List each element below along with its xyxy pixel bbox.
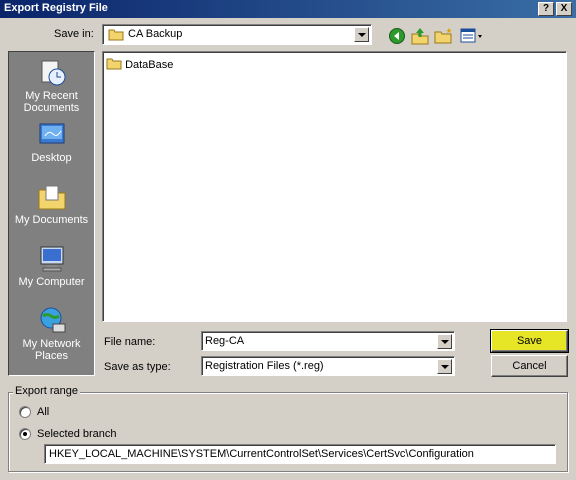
view-menu-icon[interactable] — [460, 27, 484, 45]
save-in-label: Save in: — [54, 28, 94, 40]
help-button[interactable]: ? — [538, 2, 554, 16]
new-folder-icon[interactable] — [434, 27, 454, 45]
place-label: My Documents — [14, 214, 89, 226]
my-computer-icon — [37, 244, 67, 274]
network-places-icon — [37, 306, 67, 336]
close-button[interactable]: X — [556, 2, 572, 16]
place-desktop[interactable]: Desktop — [9, 118, 94, 176]
save-in-dropdown[interactable]: CA Backup — [102, 24, 372, 45]
save-button[interactable]: Save — [490, 329, 569, 353]
all-radio[interactable] — [19, 406, 31, 418]
branch-path-field[interactable]: HKEY_LOCAL_MACHINE\SYSTEM\CurrentControl… — [44, 444, 556, 464]
save-in-label-text: Save in: — [54, 28, 94, 40]
cancel-button[interactable]: Cancel — [491, 355, 568, 377]
place-label: My Recent Documents — [23, 90, 80, 114]
place-my-computer[interactable]: My Computer — [9, 242, 94, 300]
recent-documents-icon — [37, 58, 67, 88]
selected-branch-radio[interactable] — [19, 428, 31, 440]
place-label: My Network Places — [22, 338, 81, 362]
save-as-type-label: Save as type: — [104, 361, 171, 373]
folder-icon — [108, 28, 124, 44]
desktop-icon — [37, 120, 67, 150]
title-bar[interactable]: Export Registry File ? X — [0, 0, 576, 18]
selected-branch-radio-label: Selected branch — [37, 428, 117, 440]
back-icon[interactable] — [388, 27, 406, 45]
file-name-value: Reg-CA — [205, 335, 245, 347]
places-bar: My Recent Documents Desktop My Documents… — [8, 51, 95, 376]
place-network-places[interactable]: My Network Places — [9, 304, 94, 372]
file-list[interactable]: DataBase — [102, 51, 567, 322]
save-as-type-dropdown-arrow[interactable] — [437, 359, 452, 374]
all-radio-label: All — [37, 406, 50, 418]
place-my-documents[interactable]: My Documents — [9, 180, 94, 238]
folder-icon — [106, 57, 122, 73]
place-label: My Computer — [18, 276, 85, 288]
list-item[interactable]: DataBase — [106, 57, 173, 73]
save-in-value: CA Backup — [128, 28, 183, 40]
save-as-type-dropdown[interactable]: Registration Files (*.reg) — [201, 356, 455, 376]
place-label: Desktop — [31, 152, 72, 164]
file-name-field[interactable]: Reg-CA — [201, 331, 455, 351]
file-name-label: File name: — [104, 336, 156, 348]
save-in-dropdown-arrow[interactable] — [354, 27, 369, 42]
up-folder-icon[interactable] — [410, 26, 430, 46]
file-name-dropdown-arrow[interactable] — [437, 334, 452, 349]
save-as-type-value: Registration Files (*.reg) — [205, 360, 324, 372]
branch-path-value: HKEY_LOCAL_MACHINE\SYSTEM\CurrentControl… — [49, 448, 474, 460]
place-recent-documents[interactable]: My Recent Documents — [9, 54, 94, 118]
window-title: Export Registry File — [4, 2, 108, 14]
my-documents-icon — [37, 182, 67, 212]
list-item-label: DataBase — [125, 59, 174, 71]
export-range-legend: Export range — [13, 385, 80, 397]
